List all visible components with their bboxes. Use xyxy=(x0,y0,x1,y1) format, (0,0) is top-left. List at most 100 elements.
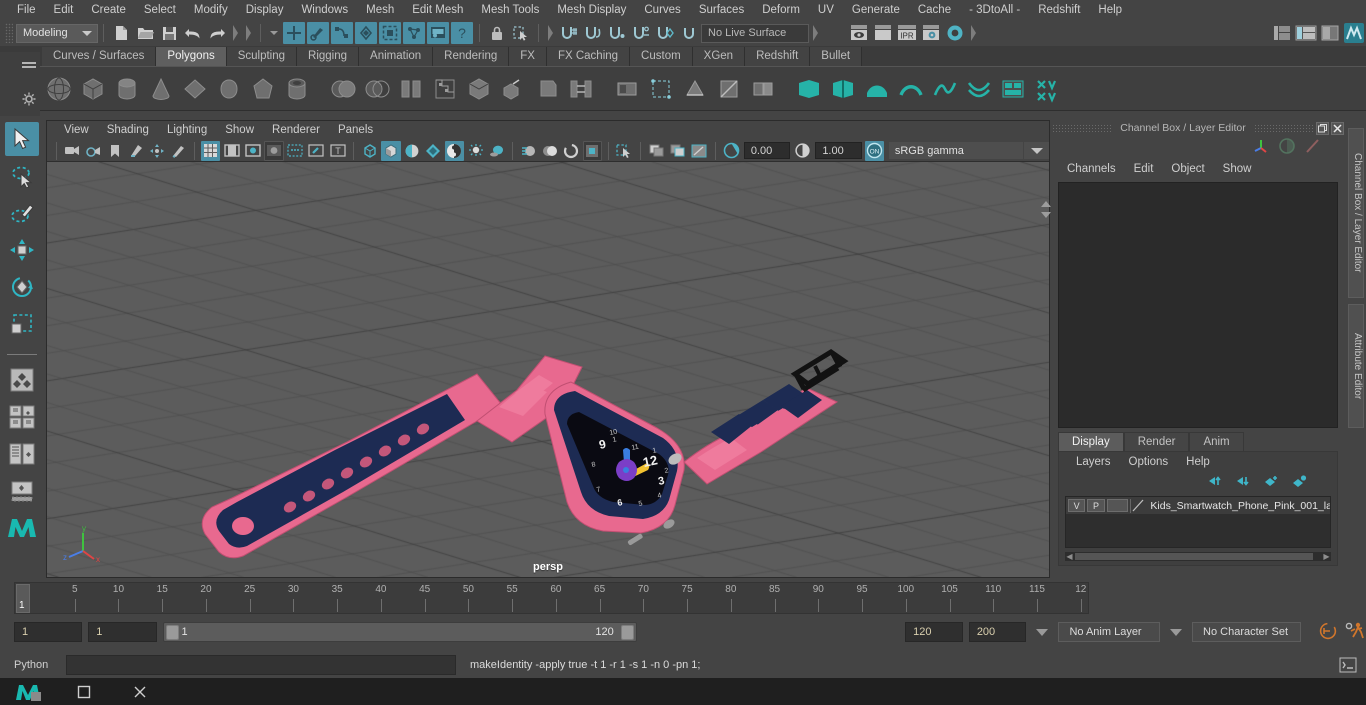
scroll-left-icon[interactable]: ◀ xyxy=(1065,552,1074,561)
channel-box-list[interactable] xyxy=(1058,182,1338,428)
xray-joints-icon[interactable] xyxy=(647,141,666,161)
shelf-menu-icon[interactable] xyxy=(22,62,36,64)
layer-list[interactable]: V P Kids_Smartwatch_Phone_Pink_001_lay xyxy=(1065,496,1331,548)
script-editor-icon[interactable] xyxy=(1338,656,1358,674)
menu-item-3dtoall[interactable]: - 3DtoAll - xyxy=(960,0,1029,20)
range-end-field[interactable]: 120 xyxy=(905,622,963,642)
channel-box-icon[interactable] xyxy=(1252,137,1270,158)
poly-crease-icon[interactable] xyxy=(964,74,994,104)
gamma-field[interactable]: 1.00 xyxy=(815,142,862,159)
layer-tab-display[interactable]: Display xyxy=(1058,432,1124,451)
move-layer-up-icon[interactable] xyxy=(1208,475,1223,490)
select-object-arrow-icon[interactable] xyxy=(246,25,251,41)
viewport-3d[interactable]: 12 3 9 6 11 1 1 2 4 5 7 8 10 y z x persp xyxy=(47,162,1049,577)
status-end-arrow-icon[interactable] xyxy=(971,25,976,41)
poly-split-icon[interactable] xyxy=(828,74,858,104)
attribute-editor-icon[interactable] xyxy=(1278,137,1296,158)
viewport-snapshot-icon[interactable] xyxy=(690,141,709,161)
viewport-menu-lighting[interactable]: Lighting xyxy=(158,121,216,140)
multisample-anti-aliasing-icon[interactable] xyxy=(541,141,560,161)
menu-item-edit[interactable]: Edit xyxy=(45,0,83,20)
layer-tab-anim[interactable]: Anim xyxy=(1189,432,1244,451)
status-collapse-arrow-icon[interactable] xyxy=(813,25,818,41)
command-input[interactable] xyxy=(66,655,456,675)
poly-mirror-icon[interactable] xyxy=(430,74,460,104)
menu-item-redshift[interactable]: Redshift xyxy=(1029,0,1089,20)
status-expand-icon[interactable] xyxy=(270,31,278,35)
create-new-layer-icon[interactable] xyxy=(1264,475,1279,490)
poly-sphere-icon[interactable] xyxy=(44,74,74,104)
exposure-icon[interactable] xyxy=(722,141,741,161)
ipr-render-icon[interactable]: IPR xyxy=(896,22,918,44)
range-slider-right-handle[interactable] xyxy=(620,624,634,640)
select-by-hierarchy-icon[interactable] xyxy=(283,22,305,44)
shelf-tab-fx[interactable]: FX xyxy=(509,47,547,66)
character-set-dropdown-icon[interactable] xyxy=(1170,628,1183,636)
poly-booleans-icon[interactable] xyxy=(396,74,426,104)
channelbox-menu-show[interactable]: Show xyxy=(1214,163,1261,175)
smartwatch-model[interactable]: 12 3 9 6 11 1 1 2 4 5 7 8 10 xyxy=(47,162,1049,577)
select-by-component-icon[interactable] xyxy=(331,22,353,44)
screen-space-ambient-occlusion-icon[interactable] xyxy=(487,141,506,161)
layer-list-scrollbar[interactable]: ◀ ▶ xyxy=(1065,552,1331,561)
menu-item-cache[interactable]: Cache xyxy=(909,0,960,20)
menu-item-uv[interactable]: UV xyxy=(809,0,843,20)
channelbox-menu-object[interactable]: Object xyxy=(1162,163,1213,175)
shelf-tab-redshift[interactable]: Redshift xyxy=(745,47,811,66)
shelf-tab-xgen[interactable]: XGen xyxy=(692,47,746,66)
scroll-up-icon[interactable] xyxy=(1041,201,1051,207)
layer-row[interactable]: V P Kids_Smartwatch_Phone_Pink_001_lay xyxy=(1066,497,1330,514)
range-start-field[interactable]: 1 xyxy=(88,622,157,642)
layer-tab-render[interactable]: Render xyxy=(1123,432,1190,451)
window-minimize-icon[interactable] xyxy=(112,678,168,705)
bookmark-icon[interactable] xyxy=(105,141,124,161)
redo-icon[interactable] xyxy=(206,22,228,44)
poly-bevel-icon[interactable] xyxy=(532,74,562,104)
four-view-layout[interactable] xyxy=(5,400,39,434)
workspace-icon-2[interactable] xyxy=(1295,22,1317,44)
workspace-selector-icon[interactable] xyxy=(1343,22,1365,44)
menu-item-select[interactable]: Select xyxy=(135,0,185,20)
poly-combine-icon[interactable] xyxy=(328,74,358,104)
exposure-field[interactable]: 0.00 xyxy=(743,142,791,159)
color-management-field[interactable]: sRGB gamma xyxy=(888,142,1024,159)
undock-icon[interactable] xyxy=(1316,121,1329,135)
poly-bridge-icon[interactable] xyxy=(566,74,596,104)
poly-triangulate-icon[interactable] xyxy=(748,74,778,104)
xray-icon[interactable] xyxy=(615,141,634,161)
auto-keyframe-icon[interactable] xyxy=(1318,621,1338,644)
poly-extrude-icon[interactable] xyxy=(498,74,528,104)
menu-item-surfaces[interactable]: Surfaces xyxy=(690,0,753,20)
shelf-tab-custom[interactable]: Custom xyxy=(630,47,693,66)
relationship-editor-icon[interactable] xyxy=(403,22,425,44)
use-all-lights-icon[interactable] xyxy=(444,140,465,161)
shelf-tab-bullet[interactable]: Bullet xyxy=(810,47,863,66)
new-file-icon[interactable] xyxy=(110,22,132,44)
save-file-icon[interactable] xyxy=(158,22,180,44)
menu-item-deform[interactable]: Deform xyxy=(753,0,809,20)
window-restore-icon[interactable] xyxy=(56,678,112,705)
menu-item-help[interactable]: Help xyxy=(1089,0,1131,20)
snap-to-view-plane-icon[interactable] xyxy=(654,22,676,44)
create-layer-from-selected-icon[interactable] xyxy=(1292,474,1307,490)
redo-render-icon[interactable] xyxy=(872,22,894,44)
poly-wedge-icon[interactable] xyxy=(646,74,676,104)
safe-title-icon[interactable]: T xyxy=(328,141,347,161)
menu-item-file[interactable]: File xyxy=(8,0,45,20)
range-slider-bar[interactable]: 1 120 xyxy=(162,622,637,642)
current-time-indicator[interactable]: 1 xyxy=(16,584,30,613)
animation-start-field[interactable]: 1 xyxy=(14,622,83,642)
character-set-selector[interactable]: No Character Set xyxy=(1192,622,1301,642)
color-management-dropdown-icon[interactable] xyxy=(1024,142,1050,159)
layer-menu-layers[interactable]: Layers xyxy=(1067,456,1120,468)
open-file-icon[interactable] xyxy=(134,22,156,44)
animation-preferences-icon[interactable] xyxy=(1344,621,1366,644)
use-default-material-icon[interactable] xyxy=(403,141,422,161)
modeling-toolkit-icon[interactable] xyxy=(1304,137,1322,158)
layer-playback-toggle[interactable]: P xyxy=(1087,499,1105,512)
move-layer-down-icon[interactable] xyxy=(1236,475,1251,490)
poly-target-weld-icon[interactable] xyxy=(896,74,926,104)
menu-item-edit-mesh[interactable]: Edit Mesh xyxy=(403,0,472,20)
paint-select-tool[interactable] xyxy=(5,196,39,230)
range-slider-left-handle[interactable] xyxy=(165,624,179,640)
